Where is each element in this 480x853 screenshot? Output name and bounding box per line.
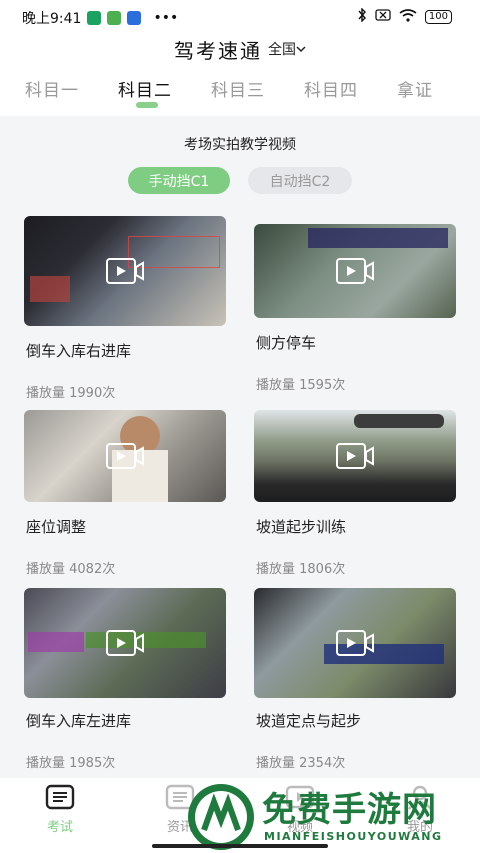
- play-icon: [336, 630, 374, 656]
- video-title: 坡道定点与起步: [256, 712, 362, 730]
- no-sim-icon: [375, 9, 391, 24]
- watermark-subtext: MIANFEISHOUYOUWANG: [264, 830, 443, 843]
- home-indicator[interactable]: [152, 844, 328, 848]
- wifi-icon: [399, 8, 417, 25]
- watermark: 免费手游网 MIANFEISHOUYOUWANG: [180, 782, 480, 853]
- nav-exam-label: 考试: [46, 820, 73, 835]
- video-title: 侧方停车: [256, 334, 317, 352]
- status-bar: 晚上9:41 ••• 100: [0, 0, 480, 34]
- play-icon: [336, 258, 374, 284]
- play-icon: [336, 443, 374, 469]
- video-views: 播放量 1806次: [256, 562, 346, 577]
- more-notifications: •••: [153, 10, 179, 26]
- tab-subject-one[interactable]: 科目一: [25, 76, 79, 101]
- region-selector[interactable]: 全国: [268, 39, 306, 59]
- filter-manual-c1[interactable]: 手动挡C1: [128, 167, 230, 194]
- watermark-text: 免费手游网: [262, 790, 437, 830]
- clock: 晚上9:41: [22, 11, 82, 27]
- chevron-down-icon: [296, 41, 306, 57]
- tab-subject-two[interactable]: 科目二: [118, 76, 172, 101]
- app-notification-icon: [87, 11, 102, 25]
- download-notification-icon: [107, 11, 122, 25]
- section-title: 考场实拍教学视频: [184, 137, 296, 153]
- status-right: 100: [357, 7, 452, 25]
- video-title: 坡道起步训练: [256, 518, 347, 536]
- weather-notification-icon: [127, 11, 142, 25]
- exam-icon: [45, 784, 75, 810]
- nav-exam[interactable]: 考试: [30, 784, 90, 835]
- tab-license[interactable]: 拿证: [397, 76, 433, 101]
- tab-subject-three[interactable]: 科目三: [211, 76, 265, 101]
- video-views: 播放量 1985次: [26, 756, 116, 771]
- battery-indicator: 100: [424, 9, 452, 24]
- video-views: 播放量 1990次: [26, 386, 116, 401]
- app-header: 驾考速通 全国: [0, 34, 480, 64]
- watermark-logo-icon: [188, 784, 254, 850]
- status-left: 晚上9:41 •••: [22, 8, 178, 28]
- video-views: 播放量 4082次: [26, 562, 116, 577]
- subject-tabs: 科目一 科目二 科目三 科目四 拿证: [0, 64, 480, 116]
- video-section: 考场实拍教学视频 手动挡C1 自动挡C2 倒车入库右进库 播放量 1990次 侧…: [0, 116, 480, 778]
- active-tab-indicator: [136, 102, 158, 108]
- video-title: 倒车入库右进库: [26, 342, 132, 360]
- app-title: 驾考速通: [174, 38, 262, 63]
- region-label: 全国: [268, 42, 296, 58]
- video-views: 播放量 2354次: [256, 756, 346, 771]
- video-thumbnail[interactable]: [24, 588, 226, 698]
- video-views: 播放量 1595次: [256, 378, 346, 393]
- play-icon: [106, 258, 144, 284]
- video-thumbnail[interactable]: [24, 410, 226, 502]
- bluetooth-icon: [357, 7, 367, 25]
- video-thumbnail[interactable]: [24, 216, 226, 326]
- video-title: 倒车入库左进库: [26, 712, 132, 730]
- video-thumbnail[interactable]: [254, 588, 456, 698]
- play-icon: [106, 630, 144, 656]
- play-icon: [106, 443, 144, 469]
- video-title: 座位调整: [26, 518, 87, 536]
- video-thumbnail[interactable]: [254, 224, 456, 318]
- tab-subject-four[interactable]: 科目四: [304, 76, 358, 101]
- filter-auto-c2[interactable]: 自动挡C2: [248, 167, 352, 194]
- video-thumbnail[interactable]: [254, 410, 456, 502]
